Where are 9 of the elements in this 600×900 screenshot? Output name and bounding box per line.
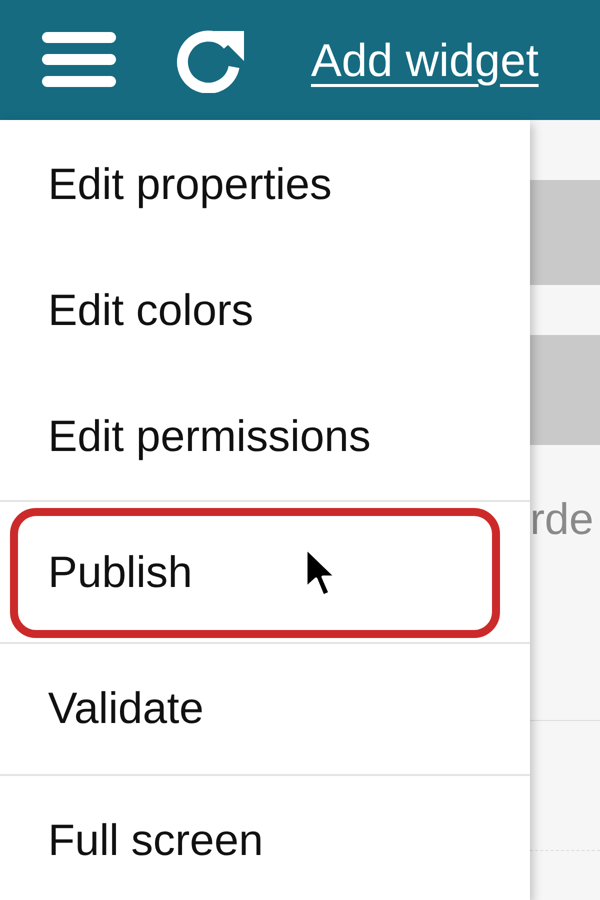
menu-item[interactable]: Edit permissions	[0, 374, 530, 500]
menu-item[interactable]: Publish	[10, 508, 500, 638]
menu-item[interactable]: Edit colors	[0, 248, 530, 374]
menu-item[interactable]: Validate	[0, 644, 530, 774]
add-widget-link[interactable]: Add widget	[311, 33, 539, 87]
menu-item[interactable]: Full screen	[0, 776, 530, 900]
menu-item[interactable]: Edit properties	[0, 122, 530, 248]
partial-text: rde	[530, 495, 594, 545]
menu-icon[interactable]	[42, 30, 116, 90]
